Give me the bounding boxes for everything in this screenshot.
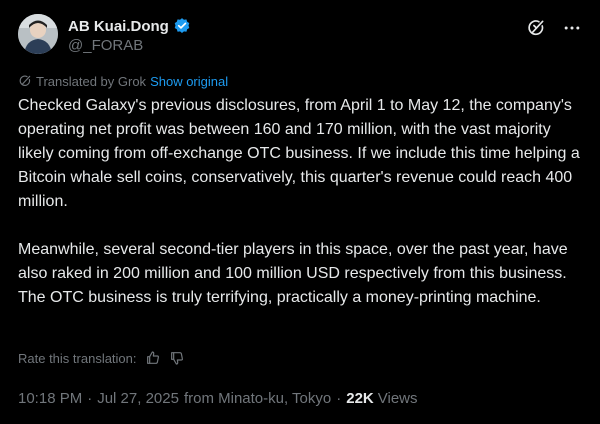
header-actions [526,18,582,38]
display-name-row: AB Kuai.Dong [68,16,191,36]
show-original-link[interactable]: Show original [150,74,228,89]
post-body: Checked Galaxy's previous disclosures, f… [18,94,588,310]
more-icon[interactable] [562,18,582,38]
post-date[interactable]: Jul 27, 2025 [97,390,179,407]
post-paragraph-2: Meanwhile, several second-tier players i… [18,241,573,306]
meta-separator: · [336,389,342,407]
verified-badge-icon [173,17,191,35]
views-label: Views [377,389,418,407]
display-name[interactable]: AB Kuai.Dong [68,18,169,35]
post-location: from Minato-ku, Tokyo [183,389,332,407]
rate-label: Rate this translation: [18,350,137,366]
thumbs-up-icon[interactable] [145,350,161,366]
rate-translation-row: Rate this translation: [18,349,185,367]
post-header: AB Kuai.Dong @_FORAB [18,12,582,56]
grok-small-icon [18,74,32,88]
post-meta: 10:18 PM · Jul 27, 2025 from Minato-ku, … [18,388,418,408]
meta-separator: · [87,389,93,407]
grok-icon[interactable] [526,18,546,38]
views-count[interactable]: 22K [346,390,374,407]
author-handle[interactable]: @_FORAB [68,37,191,54]
post-time[interactable]: 10:18 PM [18,390,82,407]
author-names: AB Kuai.Dong @_FORAB [68,16,191,54]
translated-row: Translated by Grok Show original [18,73,228,89]
avatar[interactable] [18,14,58,54]
post-paragraph-1: Checked Galaxy's previous disclosures, f… [18,97,585,210]
thumbs-down-icon[interactable] [169,350,185,366]
post: AB Kuai.Dong @_FORAB Translated by Grok … [0,0,600,424]
translated-label: Translated by Grok [36,73,147,89]
